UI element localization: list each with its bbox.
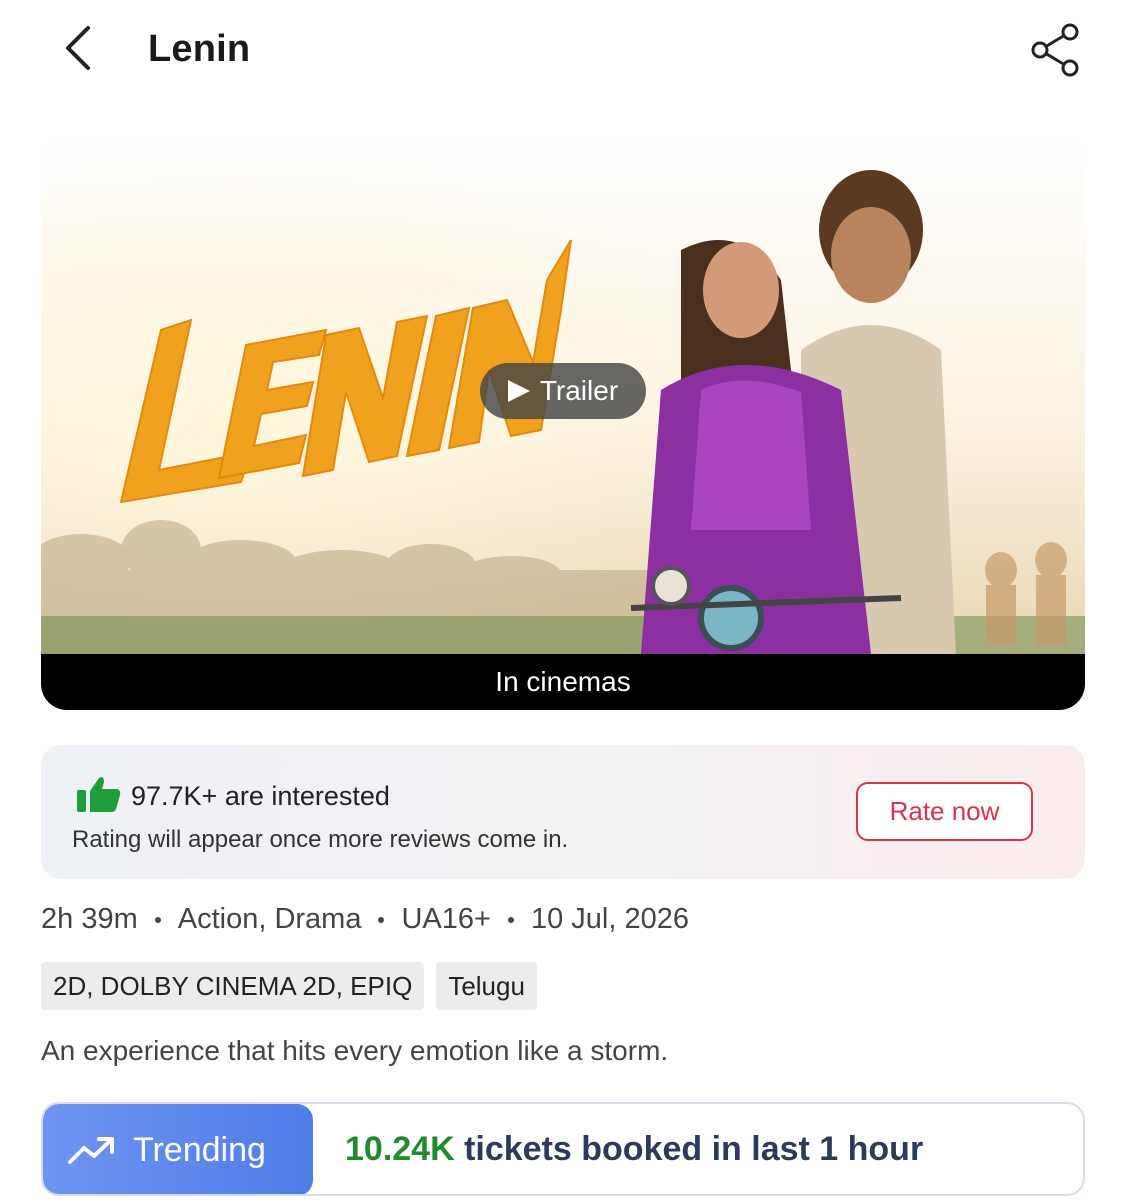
share-button[interactable] xyxy=(1024,20,1084,80)
format-chip: 2D, DOLBY CINEMA 2D, EPIQ xyxy=(41,962,425,1010)
release-status-bar: In cinemas xyxy=(41,654,1085,710)
trailer-label: Trailer xyxy=(539,375,619,406)
chevron-left-icon xyxy=(66,26,90,70)
tickets-booked-text: 10.24K tickets booked in last 1 hour xyxy=(345,1130,923,1169)
movie-tagline: An experience that hits every emotion li… xyxy=(41,1035,669,1066)
play-trailer-button[interactable]: Trailer xyxy=(480,363,646,419)
interest-card: 97.7K+ are interested Rating will appear… xyxy=(41,745,1085,879)
app-header: Lenin xyxy=(0,0,1126,100)
release-date: 10 Jul, 2026 xyxy=(530,903,689,935)
certificate: UA16+ xyxy=(401,903,491,935)
thumbs-up-icon xyxy=(77,777,121,812)
separator-dot xyxy=(378,916,385,923)
tickets-booked-label: tickets booked in last 1 hour xyxy=(454,1130,924,1168)
separator-dot xyxy=(154,916,161,923)
play-icon xyxy=(507,380,530,402)
trending-badge: Trending xyxy=(43,1104,313,1194)
movie-meta: 2h 39m Action, Drama UA16+ 10 Jul, 2026 xyxy=(41,903,689,936)
rate-now-button[interactable]: Rate now xyxy=(856,782,1033,841)
back-button[interactable] xyxy=(52,22,104,74)
page-title: Lenin xyxy=(148,28,251,70)
interest-count: 97.7K+ are interested xyxy=(131,781,390,811)
language-chip: Telugu xyxy=(436,962,537,1010)
trending-up-icon xyxy=(68,1137,114,1164)
share-icon xyxy=(1031,23,1079,77)
rating-note: Rating will appear once more reviews com… xyxy=(72,826,569,853)
genres: Action, Drama xyxy=(177,903,362,935)
movie-banner[interactable]: Trailer In cinemas xyxy=(41,130,1085,710)
separator-dot xyxy=(507,916,514,923)
duration: 2h 39m xyxy=(41,903,138,935)
format-chips: 2D, DOLBY CINEMA 2D, EPIQ Telugu xyxy=(41,962,537,1010)
tickets-count: 10.24K xyxy=(345,1130,455,1168)
trending-card: Trending 10.24K tickets booked in last 1… xyxy=(41,1102,1085,1196)
trending-label: Trending xyxy=(133,1130,266,1169)
